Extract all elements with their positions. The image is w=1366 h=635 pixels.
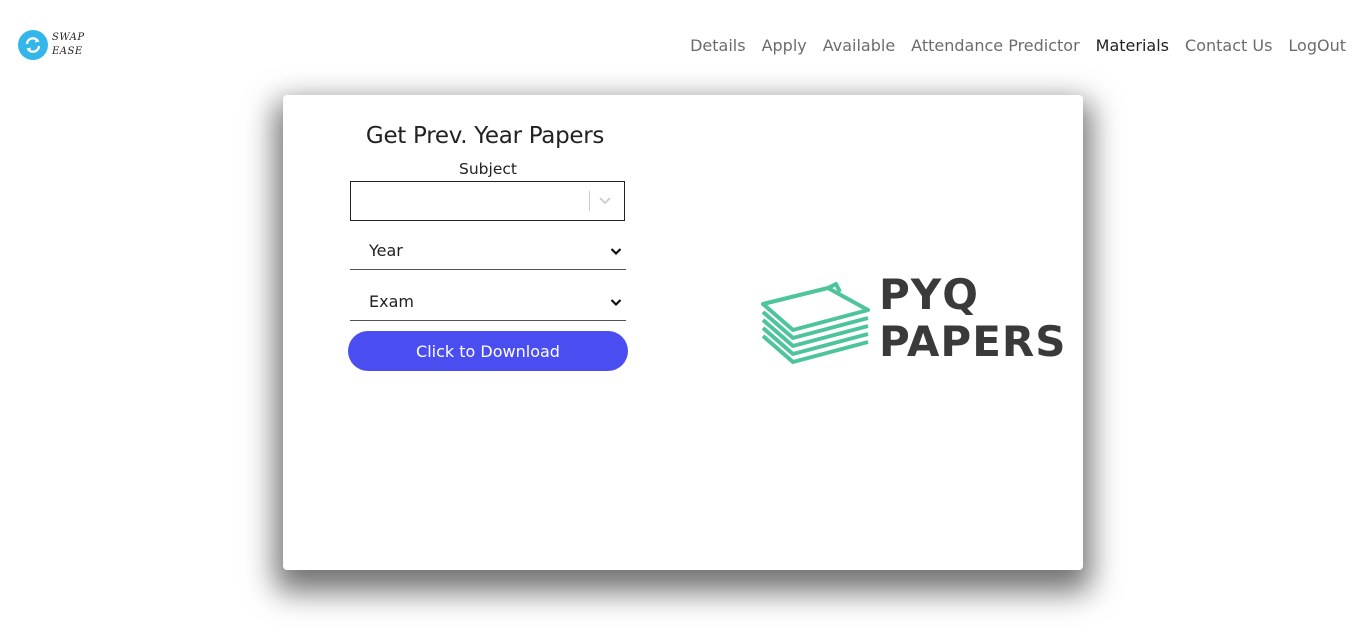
nav-available[interactable]: Available bbox=[823, 36, 895, 55]
nav-apply[interactable]: Apply bbox=[762, 36, 807, 55]
subject-label: Subject bbox=[459, 160, 517, 178]
subject-select[interactable] bbox=[350, 181, 625, 221]
nav-logout[interactable]: LogOut bbox=[1288, 36, 1346, 55]
brand-name: SWAP EASE bbox=[52, 31, 85, 59]
chevron-down-icon[interactable] bbox=[598, 196, 612, 206]
chevron-down-icon bbox=[610, 241, 622, 260]
pyq-papers-logo: PYQ PAPERS bbox=[879, 271, 1067, 365]
form-title: Get Prev. Year Papers bbox=[365, 123, 605, 149]
nav-attendance-predictor[interactable]: Attendance Predictor bbox=[911, 36, 1080, 55]
nav-materials[interactable]: Materials bbox=[1096, 36, 1169, 55]
papers-card: Get Prev. Year Papers Subject Year Exam … bbox=[283, 95, 1083, 570]
papers-form: Get Prev. Year Papers Subject Year Exam … bbox=[348, 123, 628, 371]
brand-line1: SWAP bbox=[52, 32, 85, 43]
nav-contact-us[interactable]: Contact Us bbox=[1185, 36, 1272, 55]
exam-value: Exam bbox=[369, 292, 414, 311]
download-button[interactable]: Click to Download bbox=[348, 331, 628, 371]
pyq-line1: PYQ bbox=[879, 270, 979, 319]
brand-logo[interactable]: SWAP EASE bbox=[18, 30, 85, 60]
year-select[interactable]: Year bbox=[350, 232, 626, 270]
select-divider bbox=[589, 191, 590, 211]
year-value: Year bbox=[369, 241, 403, 260]
top-nav: Details Apply Available Attendance Predi… bbox=[690, 36, 1346, 55]
exam-select[interactable]: Exam bbox=[350, 283, 626, 321]
pyq-line2: PAPERS bbox=[879, 317, 1067, 366]
nav-details[interactable]: Details bbox=[690, 36, 745, 55]
chevron-down-icon bbox=[610, 292, 622, 311]
swap-icon bbox=[18, 30, 48, 60]
brand-line2: EASE bbox=[52, 46, 83, 57]
paper-stack-icon bbox=[758, 270, 873, 369]
